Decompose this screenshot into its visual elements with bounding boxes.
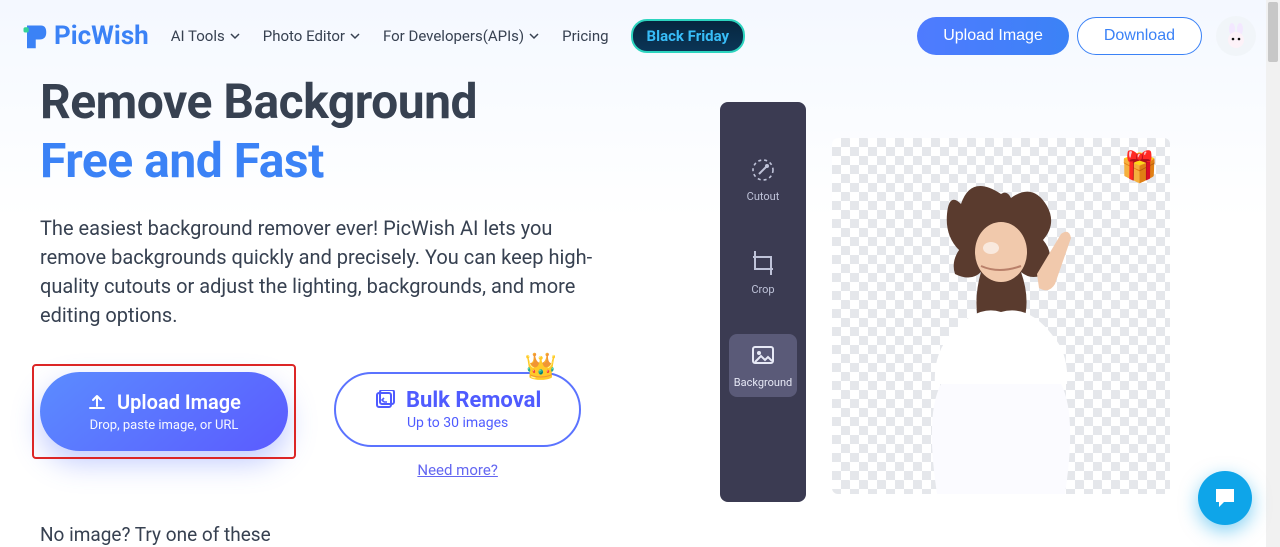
title-line-2: Free and Fast xyxy=(40,133,680,188)
chat-support-button[interactable] xyxy=(1198,471,1252,525)
crown-icon: 👑 xyxy=(525,352,557,382)
logo-icon xyxy=(20,22,48,50)
bulk-subtext: Up to 30 images xyxy=(407,415,508,431)
sample-person-cutout xyxy=(881,154,1121,494)
image-preview: 🎁 xyxy=(832,138,1170,494)
chevron-down-icon xyxy=(229,30,241,42)
user-avatar[interactable] xyxy=(1216,16,1256,56)
download-header-button[interactable]: Download xyxy=(1077,17,1202,55)
brand-logo[interactable]: PicWish xyxy=(20,21,149,51)
nav-ai-tools[interactable]: AI Tools xyxy=(171,27,241,45)
chat-icon xyxy=(1212,485,1238,511)
bulk-label: Bulk Removal xyxy=(406,388,541,413)
upload-image-button[interactable]: Upload Image Drop, paste image, or URL xyxy=(40,372,288,451)
need-more-link[interactable]: Need more? xyxy=(417,461,498,479)
nav-pricing[interactable]: Pricing xyxy=(562,27,608,45)
nav-photo-editor[interactable]: Photo Editor xyxy=(263,27,361,45)
crop-icon xyxy=(749,249,777,277)
brand-name: PicWish xyxy=(54,21,149,51)
chevron-down-icon xyxy=(528,30,540,42)
page-title: Remove Background Free and Fast xyxy=(40,74,680,188)
title-line-1: Remove Background xyxy=(40,73,477,130)
tool-crop[interactable]: Crop xyxy=(729,241,797,304)
tool-cutout[interactable]: Cutout xyxy=(729,148,797,211)
cutout-icon xyxy=(749,156,777,184)
scrollbar-track[interactable] xyxy=(1266,0,1280,547)
tool-background[interactable]: Background xyxy=(729,334,797,397)
hero-description: The easiest background remover ever! Pic… xyxy=(40,214,600,330)
editor-tool-strip: Cutout Crop Background xyxy=(720,102,806,502)
upload-label: Upload Image xyxy=(117,390,241,414)
promo-badge[interactable]: Black Friday xyxy=(631,19,746,53)
bunny-avatar-icon xyxy=(1223,23,1249,49)
upload-image-header-button[interactable]: Upload Image xyxy=(917,17,1069,55)
no-image-hint: No image? Try one of these xyxy=(40,523,680,546)
scrollbar-thumb[interactable] xyxy=(1268,2,1278,62)
bulk-upload-icon xyxy=(374,390,396,412)
gift-icon[interactable]: 🎁 xyxy=(1121,150,1158,185)
chevron-down-icon xyxy=(349,30,361,42)
top-navigation: PicWish AI Tools Photo Editor For Develo… xyxy=(0,0,1280,64)
image-icon xyxy=(749,342,777,370)
main-nav: AI Tools Photo Editor For Developers(API… xyxy=(171,19,745,53)
nav-developers[interactable]: For Developers(APIs) xyxy=(383,27,540,45)
upload-subtext: Drop, paste image, or URL xyxy=(90,418,239,433)
upload-icon xyxy=(87,392,107,412)
bulk-removal-button[interactable]: Bulk Removal Up to 30 images xyxy=(334,372,581,447)
